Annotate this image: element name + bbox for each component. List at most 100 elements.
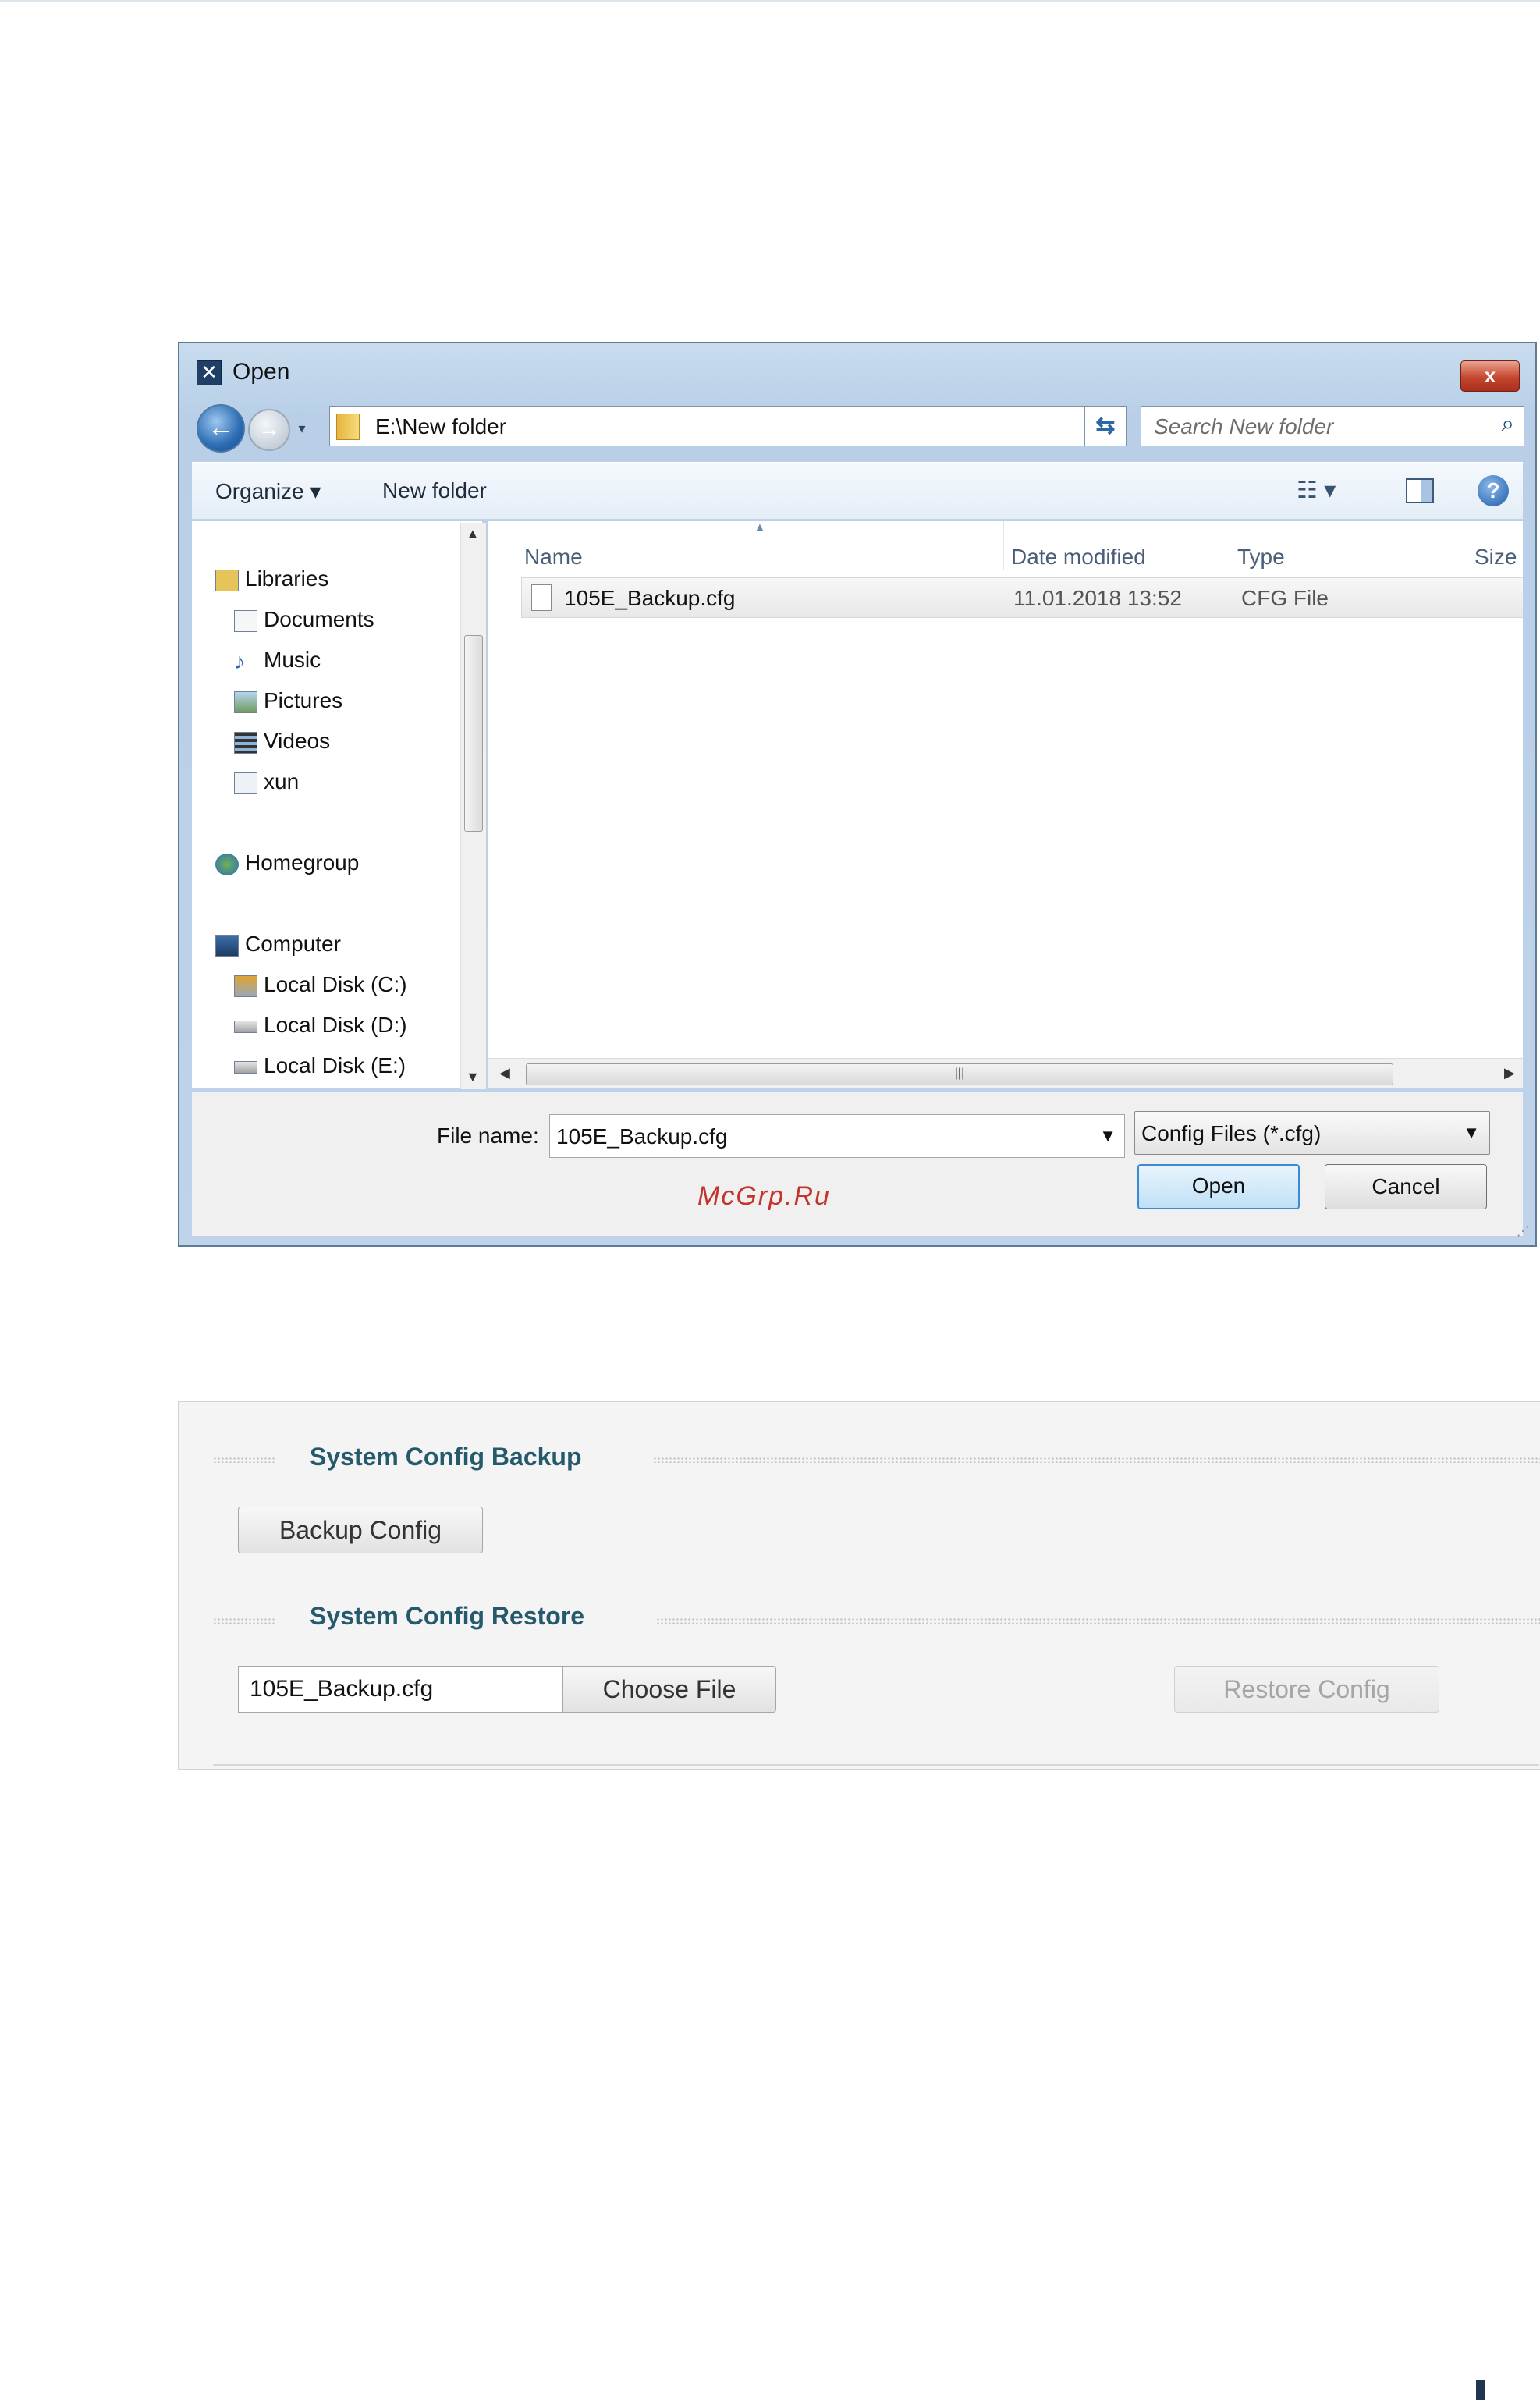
nav-label: Computer [245,932,341,956]
nav-label: Music [264,648,321,672]
search-icon[interactable]: ⌕ [1501,411,1514,438]
open-file-dialog: ✕ Open x ← → ▾ E:\New folder ▼ ⇆ ⌕ Organ… [178,342,1537,1247]
nav-item-homegroup[interactable]: Homegroup [215,850,359,875]
nav-label: xun [264,769,300,793]
nav-label: Local Disk (E:) [264,1053,406,1078]
view-options-icon[interactable]: ☷ ▾ [1297,477,1336,504]
disk-drive-icon [234,1060,257,1074]
preview-pane-icon[interactable] [1406,478,1434,503]
dialog-title: Open [232,359,290,385]
scroll-right-icon[interactable]: ▶ [1504,1065,1515,1081]
pictures-icon [234,691,257,713]
nav-item-videos[interactable]: Videos [234,729,330,754]
search-input[interactable] [1152,413,1467,441]
section-divider [653,1457,1540,1463]
nav-label: Pictures [264,688,343,712]
chosen-file-field[interactable]: 105E_Backup.cfg [238,1666,572,1713]
nav-item-disk-d[interactable]: Local Disk (D:) [234,1013,407,1038]
disk-drive-icon [234,1020,257,1033]
config-backup-panel: System Config Backup Backup Config Syste… [178,1401,1540,1770]
sort-ascending-icon: ▲ [754,521,766,534]
restore-section-title: System Config Restore [310,1602,585,1630]
nav-item-libraries[interactable]: Libraries [215,566,328,591]
homegroup-icon [215,853,239,875]
nav-item-pictures[interactable]: Pictures [234,688,342,713]
back-arrow-icon[interactable]: ← [197,404,245,453]
horizontal-scrollbar[interactable]: ◀ ||| ▶ [488,1058,1523,1088]
file-name-field[interactable]: ▼ [549,1114,1125,1158]
watermark: McGrp.Ru [697,1181,831,1211]
backup-config-button[interactable]: Backup Config [238,1507,483,1553]
restore-config-button[interactable]: Restore Config [1174,1666,1439,1713]
open-button[interactable]: Open [1137,1164,1300,1209]
videos-icon [234,731,257,754]
section-divider [213,1457,275,1463]
nav-item-computer[interactable]: Computer [215,932,341,957]
system-disk-icon [234,975,257,997]
file-name-label: File name: [437,1124,539,1148]
help-icon[interactable]: ? [1478,475,1509,506]
panel-bottom-rule [213,1764,1539,1766]
user-folder-icon [234,772,257,794]
new-folder-button[interactable]: New folder [382,478,487,503]
recent-locations-dropdown[interactable]: ▾ [293,420,310,437]
nav-label: Libraries [245,566,329,591]
file-date: 11.01.2018 13:52 [1013,586,1182,610]
computer-icon [215,934,239,957]
page-top-rule [0,0,1540,2]
file-type-filter[interactable]: Config Files (*.cfg) ▼ [1134,1111,1490,1155]
libraries-icon [215,569,239,591]
file-list-pane: ▲ Name Date modified Type Size 105E_Back… [488,521,1523,1088]
nav-label: Homegroup [245,850,360,875]
cancel-button[interactable]: Cancel [1325,1164,1487,1209]
nav-label: Videos [264,729,331,753]
column-header-name[interactable]: Name [524,545,583,570]
file-type: CFG File [1241,586,1329,610]
column-header-size[interactable]: Size [1474,545,1517,570]
column-header-type[interactable]: Type [1237,545,1285,570]
backup-section-title: System Config Backup [310,1443,582,1471]
refresh-icon[interactable]: ⇆ [1084,406,1127,446]
scroll-left-icon[interactable]: ◀ [499,1065,510,1081]
address-path: E:\New folder [375,414,507,438]
nav-item-disk-e[interactable]: Local Disk (E:) [234,1053,406,1078]
section-divider [656,1617,1540,1624]
resize-grip-icon[interactable]: ⋰ [1517,1223,1529,1239]
nav-item-xun[interactable]: xun [234,769,299,794]
nav-item-documents[interactable]: Documents [234,607,374,632]
documents-icon [234,609,257,632]
nav-label: Local Disk (C:) [264,972,407,996]
file-name: 105E_Backup.cfg [564,586,736,610]
file-row[interactable]: 105E_Backup.cfg 11.01.2018 13:52 CFG Fil… [521,577,1523,618]
chevron-down-icon[interactable]: ▼ [1099,1126,1116,1146]
command-bar: Organize ▾ New folder ☷ ▾ ? [192,462,1523,520]
file-name-input[interactable] [555,1123,1073,1151]
dialog-titlebar[interactable]: ✕ Open x [179,343,1535,392]
nav-item-disk-c[interactable]: Local Disk (C:) [234,972,407,997]
chevron-down-icon[interactable]: ▼ [1463,1123,1480,1143]
close-button[interactable]: x [1460,360,1520,392]
scroll-thumb[interactable] [464,635,483,832]
nav-item-music[interactable]: ♪ Music [234,648,321,673]
filter-value: Config Files (*.cfg) [1141,1121,1322,1145]
choose-file-button[interactable]: Choose File [562,1666,776,1713]
dialog-app-icon: ✕ [197,360,222,385]
scroll-down-icon[interactable]: ▼ [466,1069,480,1085]
nav-vertical-scrollbar[interactable]: ▲ ▼ [460,523,486,1089]
nav-label: Documents [264,607,374,631]
scroll-thumb[interactable]: ||| [526,1063,1393,1085]
folder-icon [336,414,360,440]
chosen-file-name: 105E_Backup.cfg [250,1676,434,1702]
organize-button[interactable]: Organize ▾ [215,478,321,504]
navigation-pane: Libraries Documents ♪ Music Pictures Vide… [192,521,482,1088]
search-box[interactable]: ⌕ [1141,406,1524,446]
column-header-date[interactable]: Date modified [1011,545,1146,570]
section-divider [213,1617,275,1624]
file-icon [531,584,552,611]
scroll-up-icon[interactable]: ▲ [466,526,480,542]
forward-arrow-icon[interactable]: → [248,409,290,451]
column-divider[interactable] [1003,521,1004,570]
page-corner-mark [1476,2380,1485,2400]
nav-label: Local Disk (D:) [264,1013,407,1037]
address-bar[interactable]: E:\New folder ▼ [329,406,1120,446]
